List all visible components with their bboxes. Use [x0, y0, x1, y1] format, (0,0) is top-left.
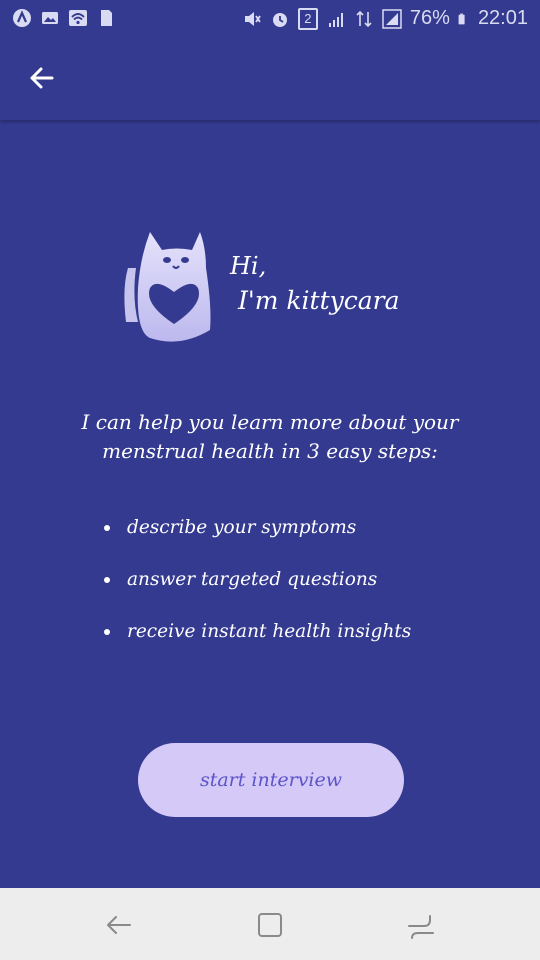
signal-full-icon — [382, 8, 402, 29]
start-interview-button[interactable]: start interview — [138, 743, 404, 817]
status-bar: 2 76% 22:01 — [0, 0, 540, 38]
alarm-icon — [272, 12, 287, 27]
status-right: 2 76% 22:01 — [242, 7, 528, 30]
bullet-icon — [104, 525, 110, 531]
wifi-icon — [69, 10, 87, 26]
data-icon — [356, 10, 372, 27]
battery-percent: 76% — [409, 7, 450, 29]
app-icon — [13, 9, 31, 27]
image-icon — [42, 12, 58, 24]
nav-recents-icon[interactable] — [406, 910, 436, 940]
greeting-hi: Hi, — [230, 252, 267, 280]
step-text: describe your symptoms — [127, 517, 357, 538]
list-item: answer targeted questions — [100, 564, 520, 616]
battery-icon — [458, 13, 465, 24]
intro-text: I can help you learn more about your men… — [30, 408, 510, 466]
intro-line-1: I can help you learn more about your — [81, 410, 459, 434]
mute-icon — [244, 11, 261, 26]
sim-badge: 2 — [297, 7, 318, 30]
greeting-name: I'm kittycara — [238, 286, 400, 315]
list-item: receive instant health insights — [100, 616, 520, 668]
bullet-icon — [104, 629, 110, 635]
signal-icon — [328, 12, 343, 27]
sd-card-icon — [101, 10, 112, 26]
app-bar — [0, 38, 540, 120]
arrow-back-icon[interactable] — [24, 60, 60, 96]
steps-list: describe your symptoms answer targeted q… — [100, 512, 520, 668]
kitty-mascot-icon — [124, 232, 211, 342]
nav-back-icon[interactable] — [104, 910, 134, 940]
step-text: answer targeted questions — [127, 569, 378, 590]
status-left — [12, 8, 116, 28]
bullet-icon — [104, 577, 110, 583]
hero-section: Hi, I'm kittycara — [120, 228, 440, 348]
intro-line-2: menstrual health in 3 easy steps: — [102, 439, 438, 463]
step-text: receive instant health insights — [127, 621, 412, 642]
system-nav-bar — [0, 888, 540, 960]
nav-home-icon[interactable] — [255, 910, 285, 940]
clock: 22:01 — [477, 7, 528, 29]
list-item: describe your symptoms — [100, 512, 520, 564]
